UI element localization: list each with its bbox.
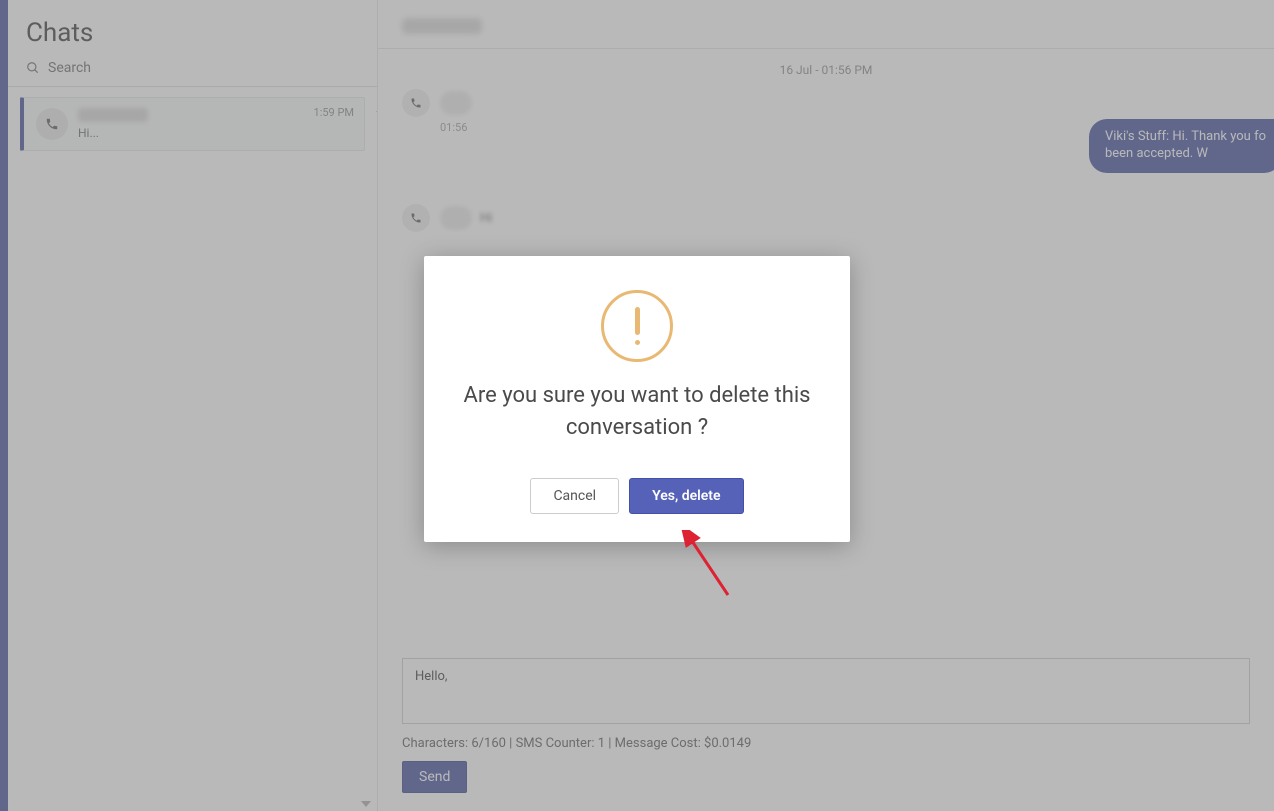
warning-icon	[601, 290, 673, 362]
confirm-delete-button[interactable]: Yes, delete	[629, 478, 743, 514]
dialog-message: Are you sure you want to delete this con…	[450, 380, 824, 444]
cancel-button[interactable]: Cancel	[530, 478, 619, 514]
dialog-actions: Cancel Yes, delete	[450, 478, 824, 514]
confirm-dialog: Are you sure you want to delete this con…	[424, 256, 850, 542]
modal-overlay: Are you sure you want to delete this con…	[0, 0, 1274, 811]
